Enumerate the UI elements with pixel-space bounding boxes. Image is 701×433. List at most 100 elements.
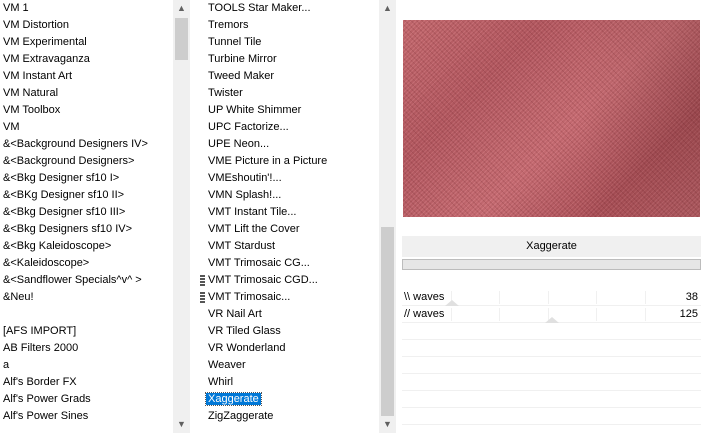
category-item[interactable]: &<Bkg Designers sf10 IV> [0, 221, 173, 238]
category-item[interactable]: Alf's Border FX [0, 374, 173, 391]
filter-item[interactable]: VR Tiled Glass [198, 323, 379, 340]
filter-item[interactable]: VMT Trimosaic CG... [198, 255, 379, 272]
category-item[interactable]: a [0, 357, 173, 374]
category-item[interactable]: VM 1 [0, 0, 173, 17]
category-item[interactable]: Alf's Power Sines [0, 408, 173, 425]
parameter-value: 125 [679, 308, 698, 320]
category-item[interactable]: Alf's Power Grads [0, 391, 173, 408]
slider-tick [596, 308, 597, 321]
category-scrollbar[interactable]: ▲ ▼ [173, 0, 190, 433]
filter-item[interactable]: VMT Instant Tile... [198, 204, 379, 221]
filter-item[interactable]: VMEshoutin'!... [198, 170, 379, 187]
filter-item-selected[interactable]: Xaggerate [198, 391, 379, 408]
filter-item-label: UPC Factorize... [208, 121, 289, 133]
filter-item-label: VMT Instant Tile... [208, 206, 297, 218]
filter-item-label: Tunnel Tile [208, 36, 262, 48]
filter-item-label: Weaver [208, 359, 246, 371]
category-item[interactable]: &<Bkg Kaleidoscope> [0, 238, 173, 255]
filter-item[interactable]: VMT Trimosaic... [198, 289, 379, 306]
category-item[interactable]: &Neu! [0, 289, 173, 306]
filter-item[interactable]: VMT Lift the Cover [198, 221, 379, 238]
filter-item[interactable]: VMN Splash!... [198, 187, 379, 204]
filter-item[interactable]: ZigZaggerate [198, 408, 379, 425]
scroll-up-icon[interactable]: ▲ [379, 0, 396, 17]
category-item[interactable]: &<Sandflower Specials^v^ > [0, 272, 173, 289]
slider-tick [499, 291, 500, 304]
empty-parameter-row [402, 408, 701, 425]
scroll-up-icon[interactable]: ▲ [173, 0, 190, 17]
filter-item[interactable]: Weaver [198, 357, 379, 374]
filter-item-label: UPE Neon... [208, 138, 270, 150]
filter-item-label: VMT Trimosaic... [208, 291, 291, 303]
filter-item-label: Whirl [208, 376, 234, 388]
filter-item[interactable]: Tunnel Tile [198, 34, 379, 51]
category-item[interactable]: AB Filters 2000 [0, 340, 173, 357]
filter-item-label: Twister [208, 87, 243, 99]
slider-tick [645, 291, 646, 304]
category-item[interactable] [0, 306, 173, 323]
slider-tick [451, 308, 452, 321]
filter-item-label: VMEshoutin'!... [208, 172, 282, 184]
filter-scroll-thumb[interactable] [381, 227, 394, 416]
filter-item[interactable]: VR Wonderland [198, 340, 379, 357]
progress-bar [402, 259, 701, 270]
category-item[interactable]: &<Bkg Designer sf10 III> [0, 204, 173, 221]
filter-item-label: VMT Trimosaic CG... [208, 257, 310, 269]
filter-item[interactable]: VME Picture in a Picture [198, 153, 379, 170]
category-item[interactable]: &<Bkg Designer sf10 I> [0, 170, 173, 187]
filter-item[interactable]: UP White Shimmer [198, 102, 379, 119]
category-item[interactable]: VM Instant Art [0, 68, 173, 85]
category-item[interactable]: [AFS IMPORT] [0, 323, 173, 340]
category-scroll-thumb[interactable] [175, 18, 188, 60]
category-item[interactable]: VM Experimental [0, 34, 173, 51]
slider-tick [499, 308, 500, 321]
filter-item-label: TOOLS Star Maker... [208, 2, 311, 14]
category-list[interactable]: VM 1 VM Distortion VM Experimental VM Extra… [0, 0, 173, 433]
category-item[interactable]: &<Kaleidoscope> [0, 255, 173, 272]
category-item[interactable]: VM [0, 119, 173, 136]
empty-parameter-row [402, 357, 701, 374]
category-list-panel: VM 1 VM Distortion VM Experimental VM Extra… [0, 0, 190, 433]
filter-item[interactable]: VMT Trimosaic CGD... [198, 272, 379, 289]
filter-item-label: Tweed Maker [208, 70, 275, 82]
filter-item-label: VR Tiled Glass [208, 325, 281, 337]
filter-item[interactable]: Twister [198, 85, 379, 102]
filter-item[interactable]: VR Nail Art [198, 306, 379, 323]
category-item[interactable]: &<Background Designers> [0, 153, 173, 170]
filter-name-label: Xaggerate [402, 236, 701, 257]
filter-item[interactable]: Turbine Mirror [198, 51, 379, 68]
parameter-slider-row[interactable]: // waves 125 [402, 306, 701, 323]
filter-item[interactable]: VMT Stardust [198, 238, 379, 255]
filter-item-label: Xaggerate [205, 392, 262, 406]
filter-item[interactable]: UPE Neon... [198, 136, 379, 153]
filter-list-panel: TOOLS Star Maker... Tremors Tunnel Tile Tur… [198, 0, 396, 433]
filter-item-label: Turbine Mirror [208, 53, 277, 65]
filter-item-label: ZigZaggerate [208, 410, 274, 422]
filter-item[interactable]: UPC Factorize... [198, 119, 379, 136]
filter-item-label: VMT Stardust [208, 240, 276, 252]
filter-item[interactable]: Whirl [198, 374, 379, 391]
empty-parameter-row [402, 374, 701, 391]
category-item[interactable]: &<BKg Designer sf10 II> [0, 187, 173, 204]
category-item[interactable]: &<Background Designers IV> [0, 136, 173, 153]
filter-item-label: VMT Trimosaic CGD... [208, 274, 318, 286]
parameter-name: \\ waves [404, 291, 445, 303]
slider-thumb[interactable] [544, 317, 559, 323]
filter-item-label: VR Wonderland [208, 342, 286, 354]
scroll-down-icon[interactable]: ▼ [173, 416, 190, 433]
filter-item-label: VMN Splash!... [208, 189, 282, 201]
parameter-slider-row[interactable]: \\ waves 38 [402, 289, 701, 306]
category-item[interactable]: VM Distortion [0, 17, 173, 34]
filter-item[interactable]: Tremors [198, 17, 379, 34]
category-item[interactable]: VM Extravaganza [0, 51, 173, 68]
slider-tick [548, 291, 549, 304]
filter-item[interactable]: Tweed Maker [198, 68, 379, 85]
scroll-down-icon[interactable]: ▼ [379, 416, 396, 433]
filter-scrollbar[interactable]: ▲ ▼ [379, 0, 396, 433]
category-item[interactable]: VM Natural [0, 85, 173, 102]
filter-item[interactable]: TOOLS Star Maker... [198, 0, 379, 17]
slider-tick [645, 308, 646, 321]
filter-item-label: UP White Shimmer [208, 104, 302, 116]
category-item[interactable]: VM Toolbox [0, 102, 173, 119]
filter-list[interactable]: TOOLS Star Maker... Tremors Tunnel Tile Tur… [198, 0, 379, 433]
